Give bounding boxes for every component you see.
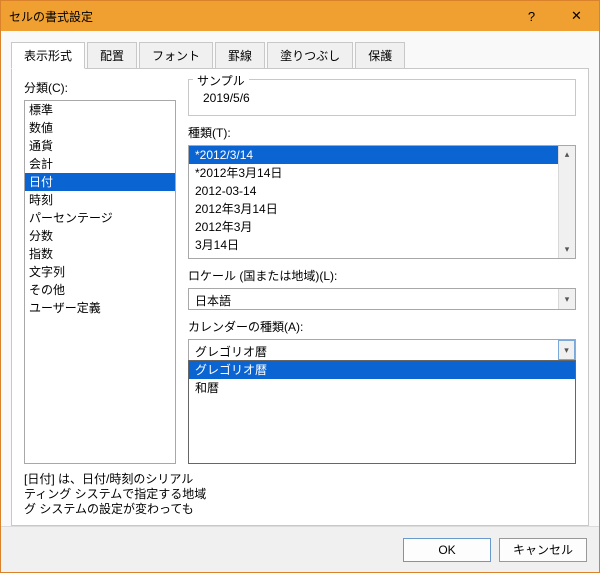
tab-panel: 分類(C): 標準 数値 通貨 会計 日付 時刻 パーセンテージ 分数 指数 文… bbox=[11, 68, 589, 526]
type-scrollbar[interactable]: ▴ ▾ bbox=[558, 146, 575, 258]
type-listbox[interactable]: *2012/3/14 *2012年3月14日 2012-03-14 2012年3… bbox=[188, 145, 576, 259]
category-item-text[interactable]: 文字列 bbox=[25, 263, 175, 281]
tab-border[interactable]: 罫線 bbox=[215, 42, 265, 69]
calendar-dropdown-panel[interactable]: グレゴリオ暦 和暦 bbox=[188, 360, 576, 464]
category-item-percentage[interactable]: パーセンテージ bbox=[25, 209, 175, 227]
category-item-other[interactable]: その他 bbox=[25, 281, 175, 299]
locale-dropdown-icon[interactable]: ▾ bbox=[558, 289, 575, 309]
description-line1: [日付] は、日付/時刻のシリアル bbox=[24, 472, 193, 486]
close-button[interactable]: ✕ bbox=[554, 1, 599, 31]
category-label: 分類(C): bbox=[24, 79, 176, 96]
tab-display-format[interactable]: 表示形式 bbox=[11, 42, 85, 69]
description-text: [日付] は、日付/時刻のシリアル ティング システムで指定する地域 グ システ… bbox=[24, 472, 576, 517]
calendar-option-gregorian[interactable]: グレゴリオ暦 bbox=[189, 361, 575, 379]
type-items: *2012/3/14 *2012年3月14日 2012-03-14 2012年3… bbox=[189, 146, 558, 258]
calendar-option-blank3 bbox=[189, 433, 575, 451]
locale-label: ロケール (国または地域)(L): bbox=[188, 267, 576, 284]
sample-label: サンプル bbox=[193, 72, 249, 89]
calendar-label: カレンダーの種類(A): bbox=[188, 318, 576, 335]
scroll-down-icon[interactable]: ▾ bbox=[559, 241, 575, 258]
tab-protection[interactable]: 保護 bbox=[355, 42, 405, 69]
type-item-3[interactable]: 2012年3月14日 bbox=[189, 200, 558, 218]
locale-combo[interactable]: 日本語 ▾ bbox=[188, 288, 576, 310]
type-item-4[interactable]: 2012年3月 bbox=[189, 218, 558, 236]
category-item-currency[interactable]: 通貨 bbox=[25, 137, 175, 155]
help-button[interactable]: ? bbox=[509, 1, 554, 31]
type-item-0[interactable]: *2012/3/14 bbox=[189, 146, 558, 164]
dialog-body: 表示形式 配置 フォント 罫線 塗りつぶし 保護 分類(C): 標準 数値 通貨… bbox=[1, 31, 599, 526]
calendar-option-blank1 bbox=[189, 397, 575, 415]
tab-alignment[interactable]: 配置 bbox=[87, 42, 137, 69]
category-item-scientific[interactable]: 指数 bbox=[25, 245, 175, 263]
left-column: 分類(C): 標準 数値 通貨 会計 日付 時刻 パーセンテージ 分数 指数 文… bbox=[24, 79, 176, 464]
category-listbox[interactable]: 標準 数値 通貨 会計 日付 時刻 パーセンテージ 分数 指数 文字列 その他 … bbox=[24, 100, 176, 464]
type-item-2[interactable]: 2012-03-14 bbox=[189, 182, 558, 200]
description-line2: ティング システムで指定する地域 bbox=[24, 487, 206, 501]
calendar-option-blank4 bbox=[189, 451, 575, 469]
calendar-combo-wrap: グレゴリオ暦 ▾ グレゴリオ暦 和暦 bbox=[188, 339, 576, 361]
window-title: セルの書式設定 bbox=[9, 8, 509, 25]
description-line3: グ システムの設定が変わっても bbox=[24, 502, 194, 516]
type-item-5[interactable]: 3月14日 bbox=[189, 236, 558, 254]
locale-value: 日本語 bbox=[189, 289, 558, 309]
ok-button[interactable]: OK bbox=[403, 538, 491, 562]
calendar-dropdown-icon[interactable]: ▾ bbox=[558, 340, 575, 360]
type-item-6[interactable]: 2012/3/14 bbox=[189, 254, 558, 258]
category-item-user-defined[interactable]: ユーザー定義 bbox=[25, 299, 175, 317]
type-label: 種類(T): bbox=[188, 124, 576, 141]
category-item-accounting[interactable]: 会計 bbox=[25, 155, 175, 173]
tab-font[interactable]: フォント bbox=[139, 42, 213, 69]
calendar-option-japanese[interactable]: 和暦 bbox=[189, 379, 575, 397]
type-item-1[interactable]: *2012年3月14日 bbox=[189, 164, 558, 182]
right-column: サンプル 2019/5/6 種類(T): *2012/3/14 *2012年3月… bbox=[188, 79, 576, 464]
tab-fill[interactable]: 塗りつぶし bbox=[267, 42, 353, 69]
category-item-time[interactable]: 時刻 bbox=[25, 191, 175, 209]
category-item-standard[interactable]: 標準 bbox=[25, 101, 175, 119]
calendar-value: グレゴリオ暦 bbox=[189, 340, 558, 360]
titlebar: セルの書式設定 ? ✕ bbox=[1, 1, 599, 31]
dialog-window: セルの書式設定 ? ✕ 表示形式 配置 フォント 罫線 塗りつぶし 保護 分類(… bbox=[0, 0, 600, 573]
sample-value: 2019/5/6 bbox=[197, 87, 567, 105]
category-item-number[interactable]: 数値 bbox=[25, 119, 175, 137]
main-row: 分類(C): 標準 数値 通貨 会計 日付 時刻 パーセンテージ 分数 指数 文… bbox=[24, 79, 576, 464]
dialog-footer: OK キャンセル bbox=[1, 526, 599, 572]
category-item-fraction[interactable]: 分数 bbox=[25, 227, 175, 245]
sample-group: サンプル 2019/5/6 bbox=[188, 79, 576, 116]
cancel-button[interactable]: キャンセル bbox=[499, 538, 587, 562]
scroll-up-icon[interactable]: ▴ bbox=[559, 146, 575, 163]
calendar-option-blank2 bbox=[189, 415, 575, 433]
category-item-date[interactable]: 日付 bbox=[25, 173, 175, 191]
calendar-combo[interactable]: グレゴリオ暦 ▾ bbox=[188, 339, 576, 361]
tab-strip: 表示形式 配置 フォント 罫線 塗りつぶし 保護 bbox=[11, 42, 589, 69]
